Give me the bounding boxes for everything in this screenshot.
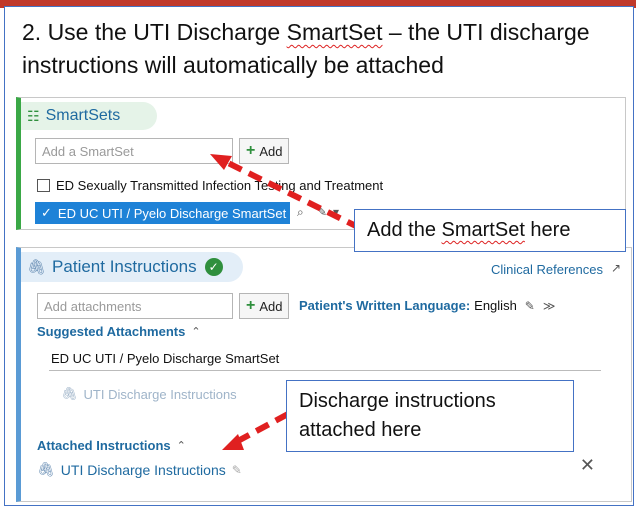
- attachments-input[interactable]: [37, 293, 233, 319]
- plus-icon: +: [246, 297, 256, 314]
- pencil-icon[interactable]: ✎: [317, 205, 327, 219]
- divider: [49, 370, 601, 371]
- ok-circle-icon: ✓: [204, 258, 223, 276]
- slide-heading: 2. Use the UTI Discharge SmartSet – the …: [22, 19, 590, 78]
- chevron-icon[interactable]: ≫: [543, 299, 556, 313]
- paperclip-icon: 🖇: [27, 259, 47, 276]
- smartset-list-icon: ☷: [27, 107, 40, 124]
- smartset-search-input[interactable]: [35, 138, 233, 164]
- unchecked-checkbox[interactable]: [37, 179, 50, 192]
- checkmark-icon: ✓: [41, 205, 52, 220]
- paperclip-icon: 🖇: [37, 461, 55, 477]
- chevron-down-icon[interactable]: ▾: [333, 205, 339, 219]
- callout-add-smartset: Add the SmartSet here: [354, 209, 626, 252]
- smartset-option-uti-selected[interactable]: ✓ ED UC UTI / Pyelo Discharge SmartSet: [35, 202, 290, 224]
- written-language: Patient's Written Language: English ✎ ≫: [299, 298, 556, 313]
- smartset-option-sti[interactable]: ED Sexually Transmitted Infection Testin…: [37, 178, 383, 193]
- patient-instructions-header[interactable]: 🖇 Patient Instructions ✓: [21, 252, 243, 282]
- search-icon[interactable]: ⌕: [297, 205, 304, 220]
- attached-instructions-title[interactable]: Attached Instructions ⌃: [37, 438, 186, 453]
- suggested-attachment-item[interactable]: 🖇 UTI Discharge Instructions: [61, 386, 237, 402]
- suggested-attachments-title[interactable]: Suggested Attachments ⌃: [37, 324, 201, 339]
- clinical-references-link[interactable]: Clinical References: [491, 262, 603, 277]
- patient-instructions-panel: 🖇 Patient Instructions ✓ Clinical Refere…: [16, 247, 632, 502]
- paperclip-icon: 🖇: [61, 386, 78, 401]
- plus-icon: +: [246, 142, 256, 159]
- attached-instruction-item[interactable]: 🖇 UTI Discharge Instructions ✎: [37, 461, 242, 478]
- suggested-group-label: ED UC UTI / Pyelo Discharge SmartSet: [51, 351, 280, 366]
- external-link-icon[interactable]: ↗: [611, 261, 621, 275]
- pencil-icon[interactable]: ✎: [232, 463, 242, 477]
- collapse-chevron-icon[interactable]: ⌃: [191, 325, 200, 338]
- add-attachment-button[interactable]: + Add: [239, 293, 290, 319]
- add-smartset-button[interactable]: + Add: [239, 138, 290, 164]
- pencil-icon[interactable]: ✎: [525, 299, 535, 313]
- close-icon[interactable]: ✕: [580, 455, 595, 476]
- smartsets-header[interactable]: ☷ SmartSets: [21, 102, 157, 130]
- collapse-chevron-icon[interactable]: ⌃: [177, 439, 186, 452]
- callout-discharge-attached: Discharge instructions attached here: [286, 380, 574, 452]
